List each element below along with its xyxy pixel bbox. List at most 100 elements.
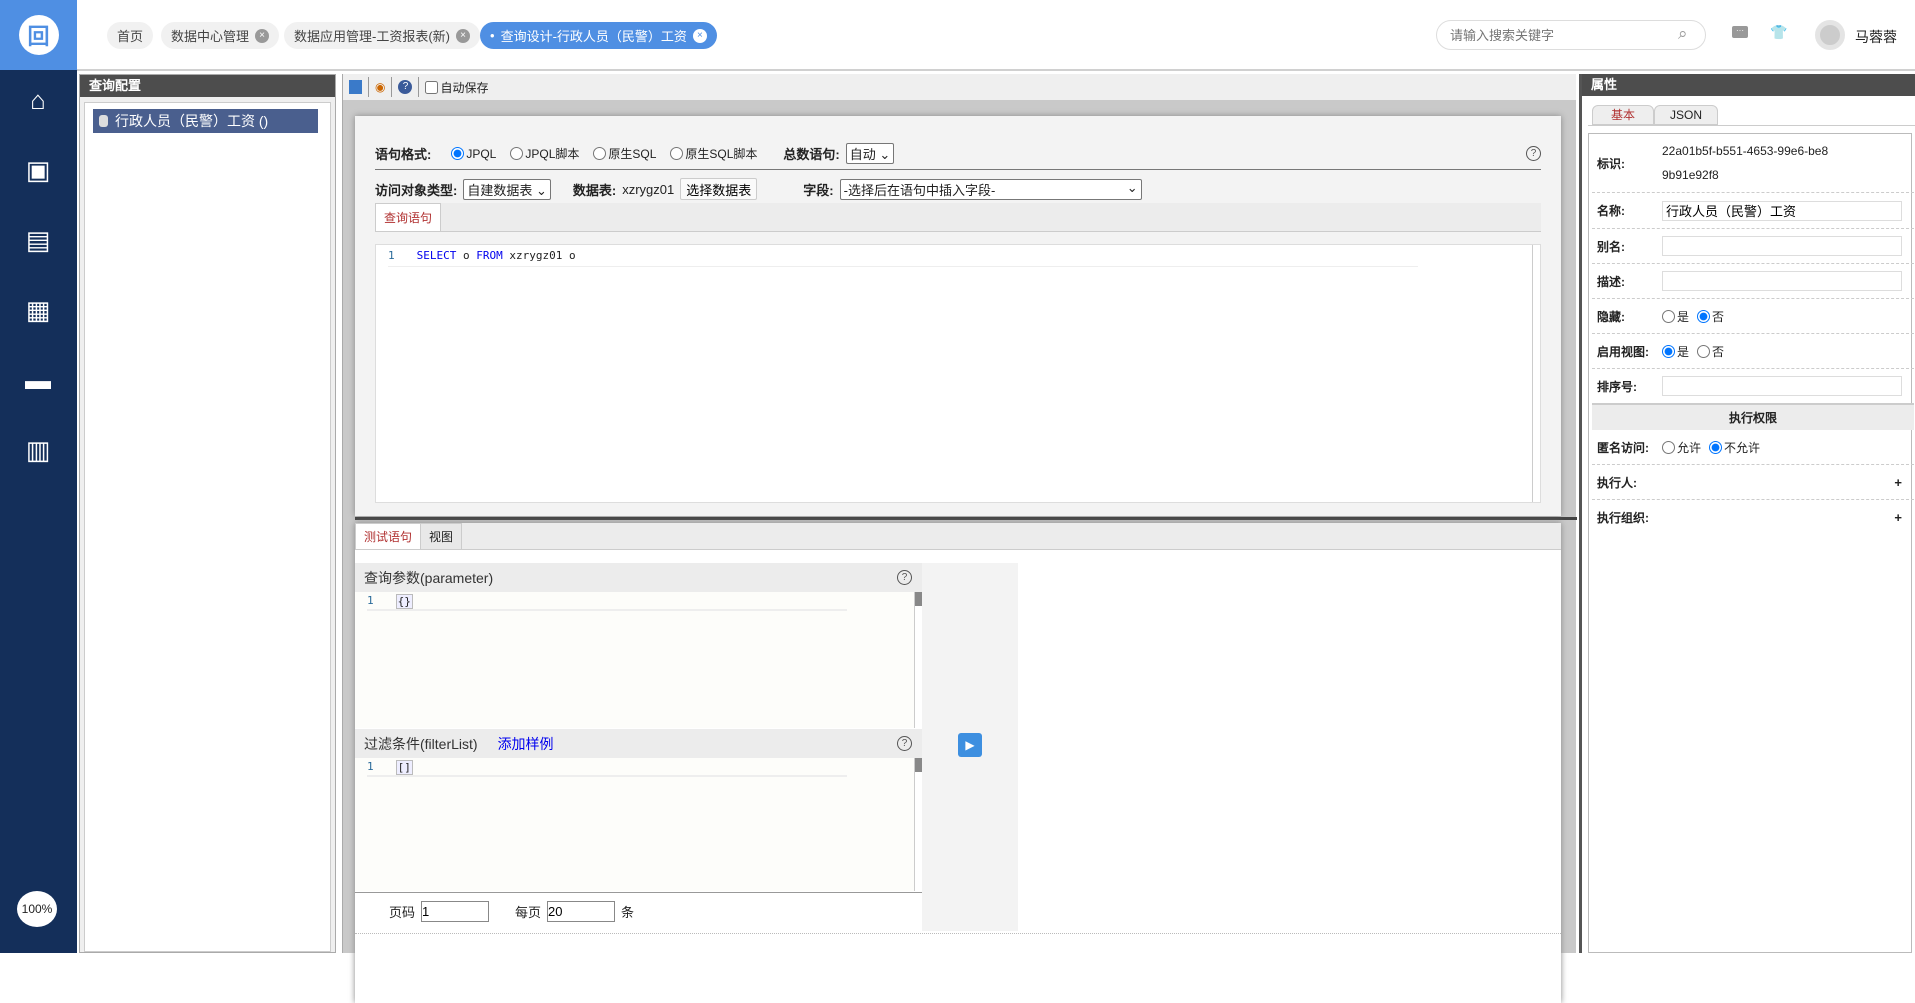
monitor-user-icon[interactable]: ▣: [22, 156, 54, 184]
close-icon[interactable]: ×: [255, 28, 270, 43]
hidden-yes-radio[interactable]: 是: [1662, 308, 1689, 325]
select-table-button[interactable]: 选择数据表: [680, 178, 758, 200]
tab-data-center[interactable]: 数据中心管理 ×: [161, 22, 280, 49]
desc-input[interactable]: [1662, 271, 1902, 291]
help-icon[interactable]: ?: [897, 736, 912, 751]
scrollbar[interactable]: [1532, 245, 1540, 502]
field-label: 字段:: [803, 182, 834, 198]
autosave-check[interactable]: [425, 80, 439, 94]
autosave-label: 自动保存: [440, 80, 489, 95]
run-column: ▶: [922, 563, 1018, 931]
tab-basic[interactable]: 基本: [1592, 105, 1654, 125]
count-select[interactable]: 自动 ⌄: [845, 143, 895, 164]
help-icon[interactable]: ?: [1526, 146, 1541, 161]
shirt-icon[interactable]: 👕: [1770, 24, 1787, 41]
tree-item-label: 行政人员（民警）工资 (): [115, 113, 269, 129]
tab-view[interactable]: 视图: [420, 523, 463, 549]
per-page-label: 每页: [515, 905, 542, 920]
user-name[interactable]: 马蓉蓉: [1855, 27, 1897, 47]
splitter[interactable]: [355, 517, 1577, 520]
page-input[interactable]: [421, 901, 490, 922]
search-icon[interactable]: ⌕: [1678, 24, 1688, 44]
param-title: 查询参数(parameter): [364, 569, 494, 586]
sort-row: 排序号:: [1592, 369, 1914, 405]
calendar-icon[interactable]: ▦: [22, 296, 54, 324]
logo-mark: 回: [18, 15, 59, 55]
id-value: 22a01b5f-b551-4653-99e6-be89b91e92f8: [1662, 144, 1829, 182]
tab-query-design[interactable]: • 查询设计-行政人员（民警）工资 ×: [480, 22, 717, 49]
desc-row: 描述:: [1592, 264, 1914, 299]
separator: [368, 77, 369, 97]
per-page-input[interactable]: [547, 901, 616, 922]
hidden-row: 隐藏: 是否: [1592, 299, 1914, 334]
tab-test-statement[interactable]: 测试语句: [355, 523, 422, 549]
count-label: 总数语句:: [783, 147, 840, 162]
test-tabs: 测试语句 视图: [355, 523, 1561, 550]
search-input[interactable]: [1436, 20, 1706, 50]
anon-allow-radio[interactable]: 允许: [1662, 439, 1701, 456]
radio-jpql-script[interactable]: JPQL脚本: [510, 145, 579, 162]
add-sample-link[interactable]: 添加样例: [498, 734, 554, 754]
header-divider: [77, 69, 1915, 71]
divider: [355, 933, 1561, 934]
tab-json[interactable]: JSON: [1654, 105, 1718, 125]
bar-chart-icon[interactable]: ▥: [22, 436, 54, 464]
run-button[interactable]: ▶: [958, 733, 982, 757]
add-executor-icon[interactable]: +: [1894, 475, 1902, 490]
autosave-checkbox[interactable]: 自动保存: [425, 79, 489, 96]
format-label: 语句格式:: [375, 147, 432, 162]
tab-label: 数据中心管理: [171, 29, 250, 44]
line-number: 1: [388, 249, 395, 262]
access-select[interactable]: 自建数据表 ⌄: [463, 178, 551, 200]
tab-query-statement[interactable]: 查询语句: [375, 203, 442, 231]
alias-input[interactable]: [1662, 236, 1902, 256]
tab-salary-report[interactable]: 数据应用管理-工资报表(新) ×: [284, 22, 480, 49]
help-icon[interactable]: ?: [897, 570, 912, 585]
name-input[interactable]: [1662, 200, 1902, 221]
filter-header: 过滤条件(filterList) 添加样例?: [355, 729, 922, 758]
tree: 行政人员（民警）工资 (): [84, 102, 331, 952]
scrollbar[interactable]: [914, 758, 922, 891]
preview-eye-icon[interactable]: ◉: [375, 80, 385, 94]
exec-org-row: 执行组织: +: [1597, 510, 1902, 525]
sql-editor[interactable]: 1 SELECT o FROM xzrygz01 o: [375, 244, 1541, 503]
hidden-no-radio[interactable]: 否: [1697, 308, 1724, 325]
close-icon[interactable]: ×: [692, 28, 707, 43]
query-tabs: 查询语句: [375, 203, 1541, 232]
save-icon[interactable]: [349, 80, 362, 94]
tree-item[interactable]: 行政人员（民警）工资 (): [93, 109, 318, 133]
param-header: 查询参数(parameter)?: [355, 563, 922, 592]
view-yes-radio[interactable]: 是: [1662, 343, 1689, 360]
anon-deny-radio[interactable]: 不允许: [1709, 439, 1760, 456]
filter-editor[interactable]: 1[]: [355, 758, 922, 891]
avatar[interactable]: [1815, 20, 1845, 50]
tab-home[interactable]: 首页: [107, 22, 154, 49]
database-icon: [99, 115, 108, 127]
sidebar: ⌂ ▣ ▤ ▦ ▬ ▥ 100%: [0, 70, 77, 953]
message-icon[interactable]: ···: [1732, 26, 1748, 38]
view-no-radio[interactable]: 否: [1697, 343, 1724, 360]
close-icon[interactable]: ×: [456, 28, 470, 43]
field-select[interactable]: -选择后在语句中插入字段- ⌄: [839, 178, 1142, 200]
executor-row: 执行人: +: [1592, 465, 1914, 500]
radio-native-sql-script[interactable]: 原生SQL脚本: [670, 145, 757, 162]
access-row: 访问对象类型: 自建数据表 ⌄ 数据表: xzrygz01 选择数据表 字段: …: [375, 178, 1142, 200]
table-label: 数据表:: [572, 182, 617, 198]
format-row: 语句格式: JPQL JPQL脚本 原生SQL 原生SQL脚本 总数语句: 自动…: [375, 143, 895, 164]
add-exec-org-icon[interactable]: +: [1894, 510, 1902, 525]
radio-jpql[interactable]: JPQL: [451, 147, 496, 161]
zoom-level[interactable]: 100%: [17, 891, 57, 927]
radio-native-sql[interactable]: 原生SQL: [593, 145, 656, 162]
help-icon[interactable]: ?: [398, 80, 413, 94]
property-tabs: 基本 JSON: [1588, 105, 1915, 126]
param-editor[interactable]: 1{}: [355, 592, 922, 728]
scrollbar[interactable]: [914, 592, 922, 728]
properties-panel: 属性 基本 JSON 标识: 22a01b5f-b551-4653-99e6-be…: [1579, 74, 1915, 953]
sort-input[interactable]: [1662, 376, 1902, 396]
home-icon[interactable]: ⌂: [22, 86, 54, 114]
cloud-folder-icon[interactable]: ▬: [22, 366, 54, 394]
app-logo[interactable]: 回: [0, 0, 77, 70]
newspaper-icon[interactable]: ▤: [22, 226, 54, 254]
alias-row: 别名:: [1592, 229, 1914, 264]
divider: [375, 169, 1541, 170]
